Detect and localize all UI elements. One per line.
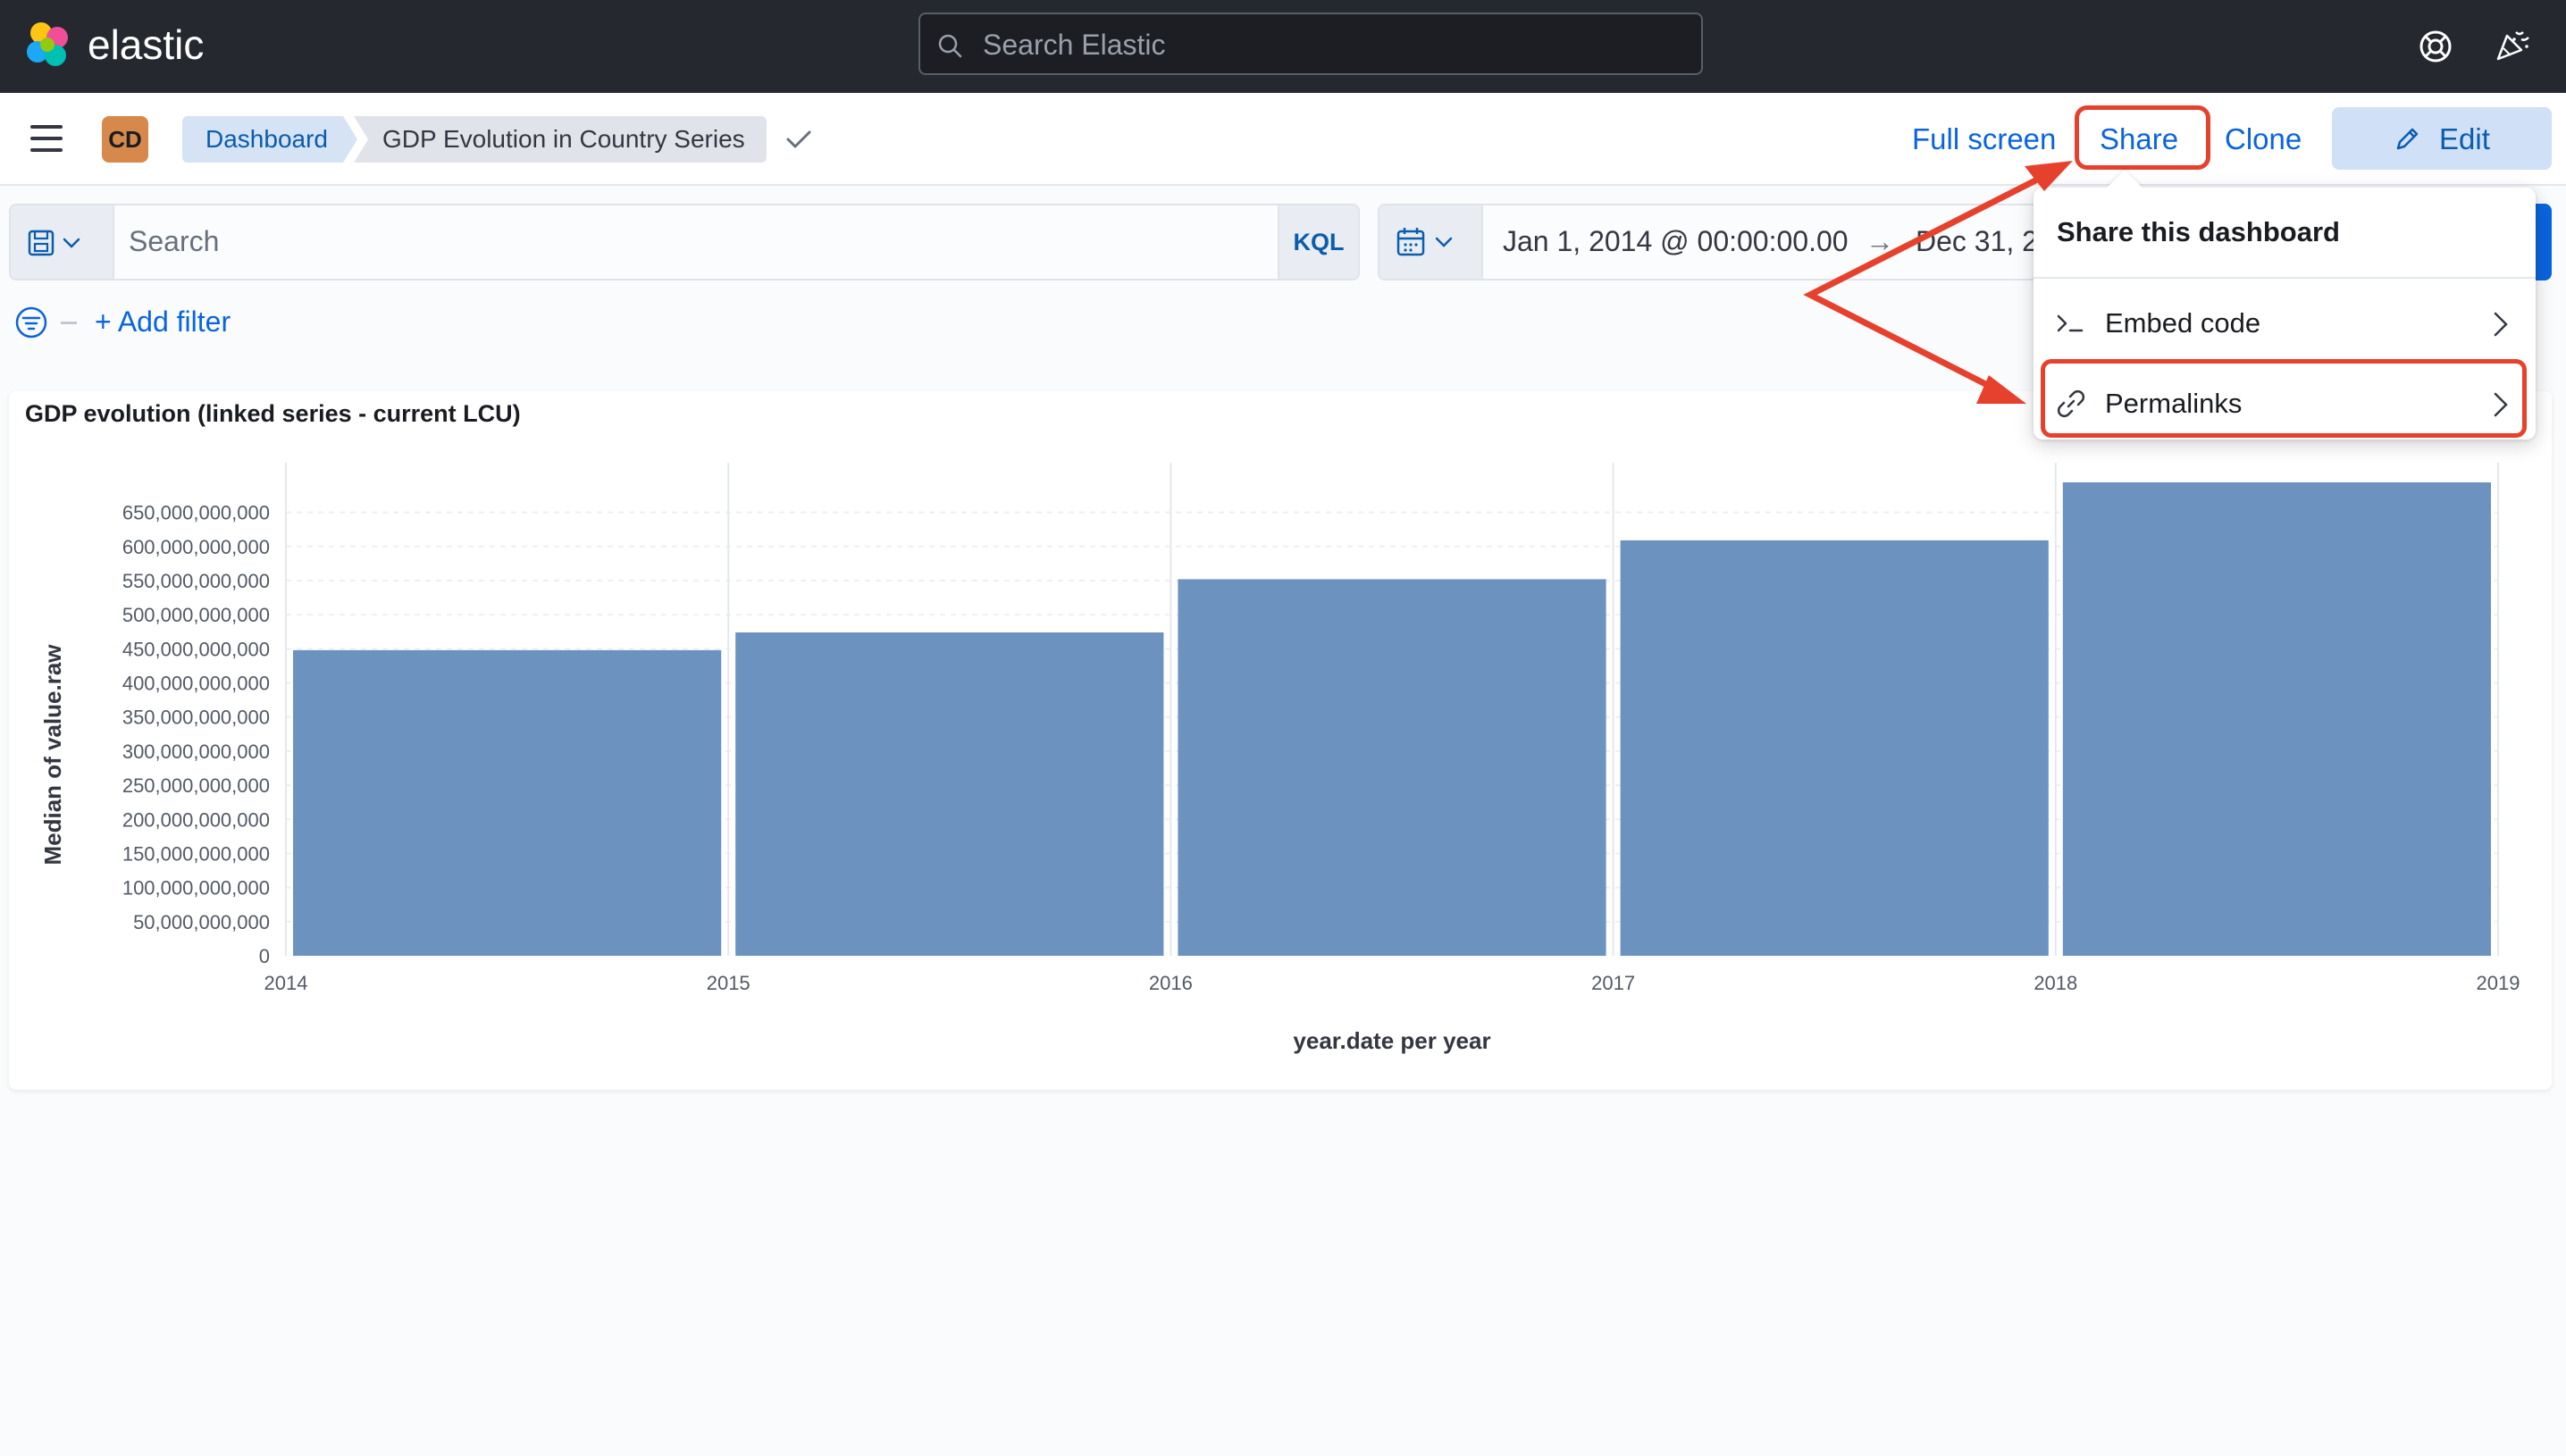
visualization-panel: 0 50,000,000,000 100,000,000,000 150,000,00…	[9, 391, 2552, 1090]
x-tick-label: 2018	[2034, 972, 2077, 994]
search-icon	[938, 34, 962, 58]
breadcrumb-current: GDP Evolution in Country Series	[354, 116, 767, 163]
x-tick-label: 2014	[264, 972, 308, 994]
console-icon	[2057, 314, 2084, 332]
clone-button[interactable]: Clone	[2225, 120, 2302, 159]
date-picker: Jan 1, 2014 @ 00:00:00.00 → Dec 31, 2	[1378, 204, 2057, 280]
full-screen-button[interactable]: Full screen	[1912, 120, 2056, 159]
newsfeed-icon[interactable]	[2493, 25, 2532, 64]
add-filter-button[interactable]: + Add filter	[95, 305, 231, 339]
y-tick-label: 450,000,000,000	[122, 638, 270, 660]
y-tick-label: 400,000,000,000	[122, 673, 270, 695]
embed-code-menu-item[interactable]: Embed code	[2034, 286, 2536, 361]
x-tick-label: 2015	[707, 972, 751, 994]
panel-title: GDP evolution (linked series - current L…	[25, 400, 521, 427]
breadcrumb-dashboard[interactable]: Dashboard	[182, 116, 357, 163]
filter-divider	[61, 322, 77, 324]
date-end[interactable]: Dec 31, 2	[1916, 225, 2038, 258]
help-icon[interactable]	[2416, 27, 2455, 66]
elastic-logo-icon[interactable]	[23, 20, 73, 70]
bar-2018	[2062, 482, 2491, 956]
check-icon[interactable]	[784, 127, 813, 152]
bar-2017	[1620, 540, 2049, 956]
date-arrow: →	[1866, 225, 1894, 257]
space-avatar[interactable]: CD	[102, 116, 148, 163]
bar-2016	[1178, 579, 1606, 956]
chevron-right-icon	[2494, 312, 2508, 337]
query-search-input[interactable]: Search	[129, 225, 219, 258]
bar-2014	[293, 649, 722, 956]
share-popover-title: Share this dashboard	[2057, 216, 2340, 247]
embed-code-label: Embed code	[2105, 307, 2261, 339]
y-tick-label: 600,000,000,000	[122, 536, 270, 558]
save-icon	[28, 230, 55, 256]
pencil-icon	[2396, 128, 2419, 150]
edit-button[interactable]: Edit	[2332, 107, 2552, 170]
calendar-icon	[1396, 228, 1425, 256]
global-header: elastic Search Elastic	[0, 0, 2566, 93]
x-tick-label: 2017	[1591, 972, 1635, 994]
app-bar: CD Dashboard GDP Evolution in Country Se…	[0, 93, 2566, 186]
permalinks-annotation-box	[2041, 359, 2527, 438]
chevron-down-icon	[63, 238, 80, 248]
y-tick-label: 500,000,000,000	[122, 604, 270, 626]
bar-2015	[735, 632, 1164, 956]
query-language-button[interactable]: KQL	[1278, 205, 1358, 279]
saved-query-button[interactable]	[11, 205, 114, 279]
chevron-down-icon	[1435, 237, 1453, 247]
popover-divider	[2034, 277, 2536, 279]
bar-chart: 0 50,000,000,000 100,000,000,000 150,000,00…	[39, 463, 2520, 1054]
global-search-input[interactable]: Search Elastic	[918, 13, 1703, 75]
y-tick-label: 200,000,000,000	[122, 808, 270, 831]
date-start[interactable]: Jan 1, 2014 @ 00:00:00.00	[1503, 225, 1849, 258]
y-tick-label: 50,000,000,000	[133, 911, 270, 933]
global-search-placeholder: Search Elastic	[983, 29, 1166, 61]
x-axis-title: year.date per year	[1293, 1027, 1490, 1054]
x-tick-label: 2016	[1149, 972, 1193, 994]
y-tick-label: 100,000,000,000	[122, 877, 270, 900]
y-tick-label: 0	[259, 945, 270, 967]
y-tick-label: 350,000,000,000	[122, 707, 270, 729]
quick-date-menu-button[interactable]	[1379, 205, 1483, 279]
edit-button-label: Edit	[2439, 122, 2490, 155]
x-tick-label: 2019	[2477, 972, 2520, 994]
y-tick-label: 250,000,000,000	[122, 774, 270, 797]
filter-icon[interactable]	[14, 305, 48, 339]
menu-icon[interactable]	[30, 125, 63, 152]
y-tick-label: 550,000,000,000	[122, 570, 270, 592]
y-axis-title: Median of value.raw	[39, 644, 66, 866]
y-tick-label: 300,000,000,000	[122, 741, 270, 763]
y-tick-label: 150,000,000,000	[122, 842, 270, 865]
brand-name[interactable]: elastic	[88, 20, 204, 70]
y-tick-label: 650,000,000,000	[122, 502, 270, 524]
query-bar: Search KQL	[9, 204, 1360, 280]
share-annotation-box	[2075, 105, 2210, 170]
